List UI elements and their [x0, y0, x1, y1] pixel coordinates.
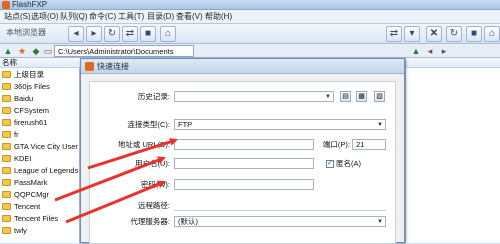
remote-nav-icon[interactable]: ◂ — [424, 45, 436, 57]
history-select[interactable]: ▼ — [174, 91, 334, 102]
folder-icon — [2, 179, 11, 187]
password-label: 密码(W): — [140, 180, 170, 189]
history-edit-icon[interactable]: ▦ — [356, 91, 367, 102]
port-label: 端口(P): — [322, 140, 350, 149]
menu-queue[interactable]: 队列(Q) — [60, 10, 88, 24]
proxy-label: 代理服务器: — [130, 217, 170, 226]
menu-directory[interactable]: 目录(D) — [147, 10, 174, 24]
chevron-down-icon: ▼ — [377, 122, 383, 128]
history-label: 历史记录: — [137, 92, 170, 101]
remote-file-panel[interactable] — [405, 58, 500, 243]
refresh-icon[interactable]: ↻ — [104, 26, 120, 42]
password-input[interactable] — [174, 179, 314, 190]
folder-icon: ▭ — [43, 46, 53, 56]
remote-nav-forward-icon[interactable]: ▸ — [438, 45, 450, 57]
menu-bar: 站点(S) 选项(O) 队列(Q) 命令(C) 工具(T) 目录(D) 查看(V… — [0, 10, 500, 24]
remote-up-icon[interactable]: ▲ — [410, 45, 422, 57]
name-column-header[interactable]: 名称 — [0, 58, 80, 68]
folder-icon — [2, 143, 11, 151]
menu-command[interactable]: 命令(C) — [89, 10, 116, 24]
folder-icon — [2, 107, 11, 115]
port-input[interactable]: 21 — [352, 139, 386, 150]
up-arrow-icon[interactable]: ▲ — [2, 45, 14, 57]
folder-up-icon — [2, 71, 11, 79]
remote-path-label: 远程路径: — [137, 201, 170, 210]
username-label: 用户名(U): — [135, 159, 170, 168]
menu-tools[interactable]: 工具(T) — [118, 10, 144, 24]
go-icon[interactable]: ◆ — [30, 45, 42, 57]
app-icon — [2, 1, 10, 9]
title-bar: FlashFXP — [0, 0, 500, 10]
dialog-title-bar: 快速连接 — [81, 59, 404, 74]
folder-icon — [2, 83, 11, 91]
folder-icon — [2, 167, 11, 175]
chevron-down-icon: ▼ — [325, 94, 331, 100]
menu-options[interactable]: 选项(O) — [31, 10, 59, 24]
folder-icon — [2, 191, 11, 199]
local-path-input[interactable]: C:\Users\Administrator\Documents — [54, 45, 194, 57]
window-title: FlashFXP — [12, 0, 48, 9]
connect-icon[interactable]: ⇄ — [122, 26, 138, 42]
proxy-select[interactable]: (默认) ▼ — [174, 216, 386, 227]
folder-icon — [2, 119, 11, 127]
disconnect-icon[interactable]: ✕ — [426, 26, 442, 42]
anonymous-checkbox[interactable]: ✓ — [326, 160, 334, 168]
home-icon[interactable]: ⌂ — [160, 26, 176, 42]
chevron-down-icon: ▼ — [377, 219, 383, 225]
remote-column-header[interactable] — [406, 58, 500, 68]
menu-help[interactable]: 帮助(H) — [205, 10, 232, 24]
folder-icon — [2, 95, 11, 103]
username-input[interactable] — [174, 158, 314, 169]
dialog-app-icon — [85, 62, 94, 71]
remote-path-input[interactable] — [174, 200, 386, 211]
local-browser-label[interactable]: 本地浏览器 — [6, 27, 46, 39]
quick-connect-dialog: 快速连接 历史记录: ▼ ▤ ▦ ▧ 连接类型(C): FTP ▼ 地址或 UR… — [80, 58, 405, 244]
arrow-down-icon[interactable]: ▾ — [404, 26, 420, 42]
stop-icon[interactable]: ■ — [140, 26, 156, 42]
folder-icon — [2, 227, 11, 235]
history-add-icon[interactable]: ▤ — [340, 91, 351, 102]
folder-icon — [2, 215, 11, 223]
connection-type-select[interactable]: FTP ▼ — [174, 119, 386, 130]
folder-icon — [2, 131, 11, 139]
history-delete-icon[interactable]: ▧ — [374, 91, 385, 102]
remote-refresh-icon[interactable]: ↻ — [446, 26, 462, 42]
local-file-panel: 名称 上级目录 360js Files Baidu CFSystem firer… — [0, 58, 92, 243]
dialog-body: 历史记录: ▼ ▤ ▦ ▧ 连接类型(C): FTP ▼ 地址或 URL(D):… — [89, 81, 396, 244]
left-arrow-icon[interactable]: ◂ — [68, 26, 84, 42]
remote-stop-icon[interactable]: ■ — [466, 26, 482, 42]
toolbar: 本地浏览器 ◂ ▸ ↻ ⇄ ■ ⌂ ⇄ ▾ ✕ ↻ ■ ⌂ — [0, 24, 500, 44]
anonymous-label: 匿名(A) — [336, 159, 361, 168]
favorite-icon[interactable]: ★ — [16, 45, 28, 57]
remote-home-icon[interactable]: ⌂ — [484, 26, 500, 42]
folder-icon — [2, 203, 11, 211]
dialog-title: 快速连接 — [97, 62, 129, 71]
address-label: 地址或 URL(D): — [117, 140, 170, 149]
folder-icon — [2, 155, 11, 163]
connection-type-label: 连接类型(C): — [127, 120, 171, 129]
address-input[interactable] — [174, 139, 314, 150]
address-bar: ▲ ★ ◆ ▭ C:\Users\Administrator\Documents… — [0, 44, 500, 58]
connect-remote-icon[interactable]: ⇄ — [386, 26, 402, 42]
right-arrow-icon[interactable]: ▸ — [86, 26, 102, 42]
menu-view[interactable]: 查看(V) — [176, 10, 203, 24]
menu-site[interactable]: 站点(S) — [4, 10, 31, 24]
